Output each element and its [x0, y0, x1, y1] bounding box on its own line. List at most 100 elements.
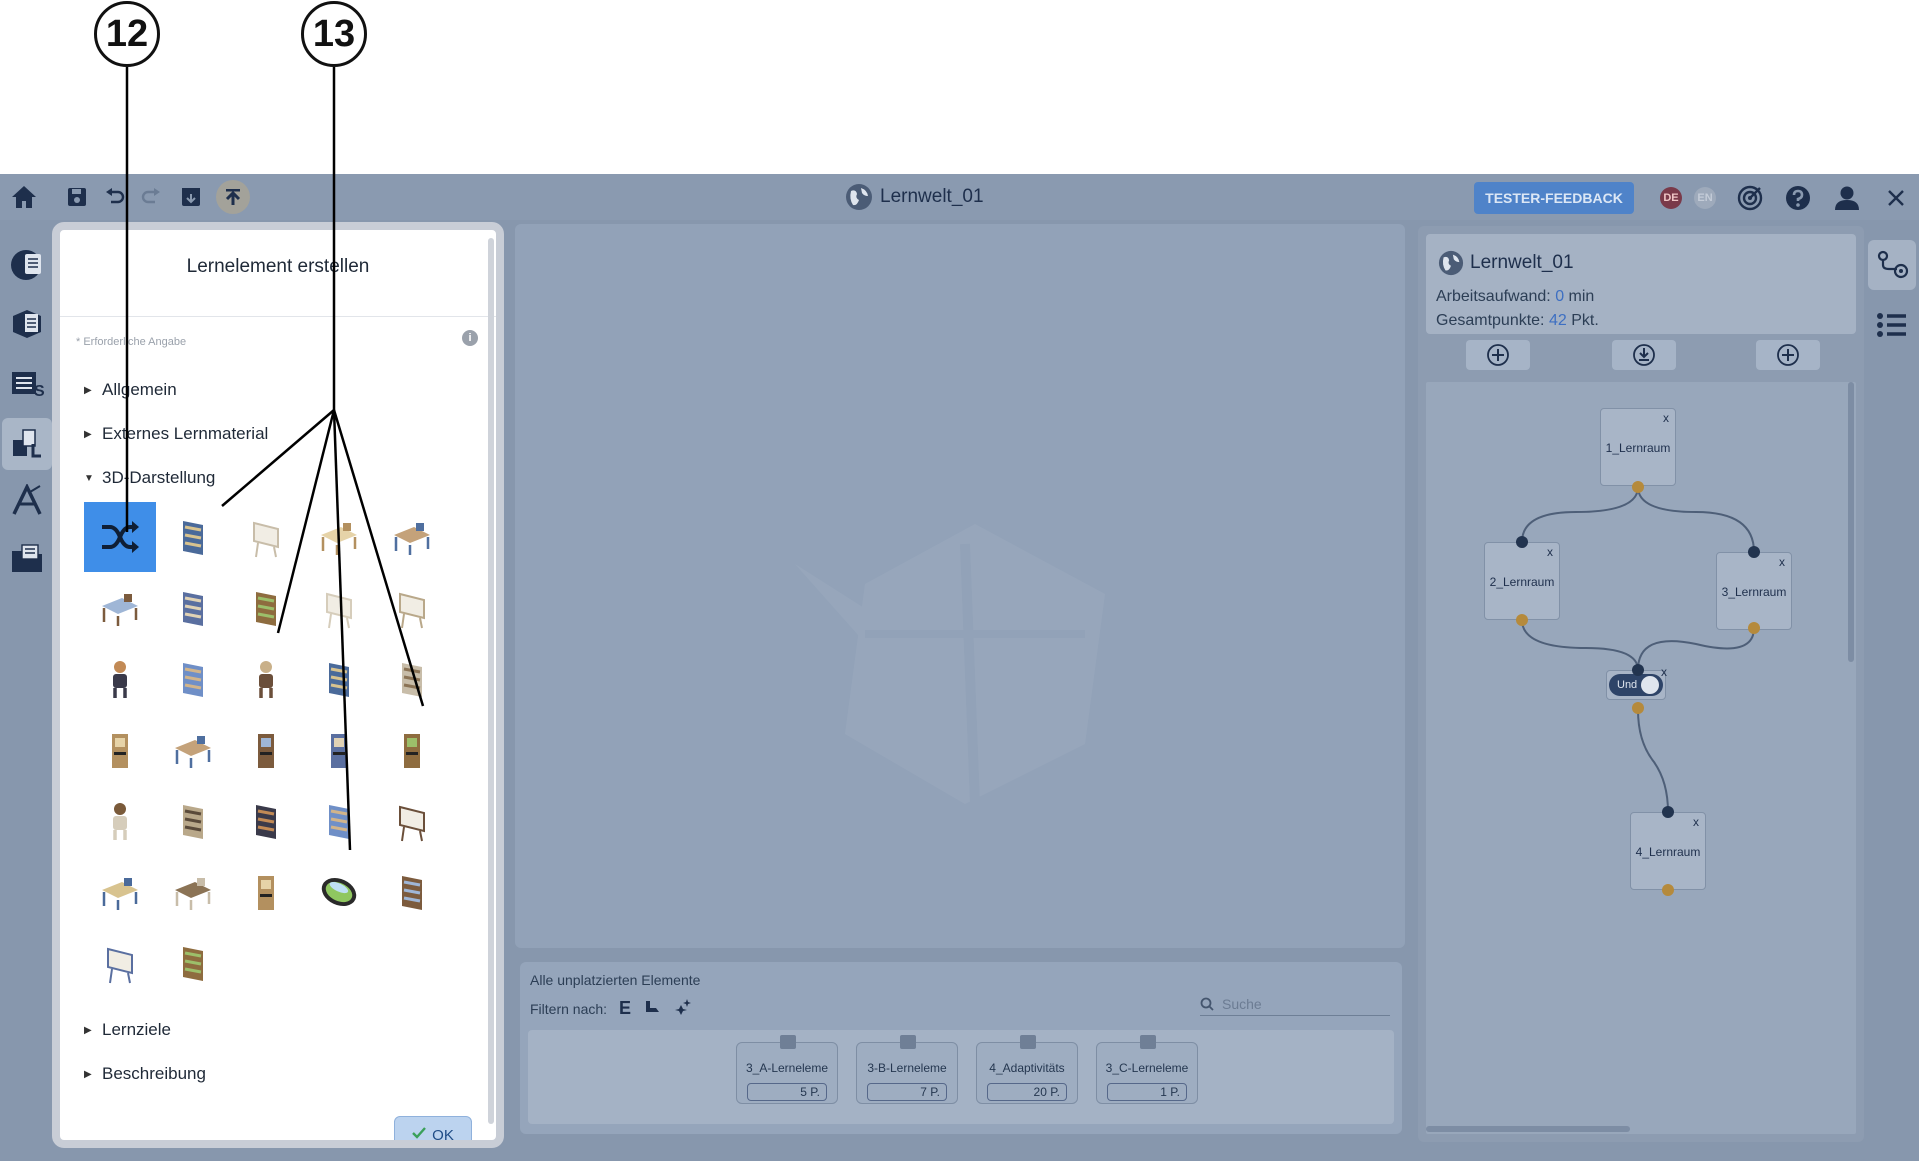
- check-icon: [412, 1127, 427, 1139]
- export-icon[interactable]: [180, 186, 202, 208]
- model-option[interactable]: [84, 857, 156, 927]
- help-icon[interactable]: [1784, 184, 1812, 212]
- outlet-dot: [1632, 481, 1644, 493]
- create-learning-element-icon[interactable]: [2, 418, 52, 470]
- redo-icon[interactable]: [140, 186, 162, 208]
- add-condition-button[interactable]: [1756, 340, 1820, 370]
- save-icon[interactable]: [66, 186, 88, 208]
- ok-button[interactable]: OK: [394, 1116, 472, 1140]
- target-icon[interactable]: [1736, 184, 1764, 212]
- info-icon[interactable]: i: [462, 330, 478, 346]
- graph-h-scrollbar[interactable]: [1426, 1126, 1630, 1132]
- remove-node-icon[interactable]: x: [1779, 555, 1785, 569]
- learning-world-icon[interactable]: [6, 244, 48, 286]
- model-option[interactable]: [303, 573, 375, 643]
- learning-space-node[interactable]: x 3_Lernraum: [1716, 552, 1792, 630]
- section-3d-display[interactable]: ▼ 3D-Darstellung: [84, 468, 215, 488]
- import-button[interactable]: [1612, 340, 1676, 370]
- points-row: Gesamtpunkte: 42 Pkt.: [1436, 312, 1599, 330]
- learning-space-node[interactable]: x 1_Lernraum: [1600, 408, 1676, 486]
- node-label: 2_Lernraum: [1489, 575, 1555, 589]
- user-icon[interactable]: [1832, 184, 1862, 212]
- element-list-tab-icon[interactable]: [1874, 308, 1910, 342]
- unplaced-element-card[interactable]: 3_A-Lerneleme 5 P.: [736, 1035, 838, 1104]
- dialog-scrollbar[interactable]: [488, 238, 494, 1124]
- remove-node-icon[interactable]: x: [1663, 411, 1669, 425]
- remove-condition-icon[interactable]: x: [1661, 665, 1667, 679]
- section-general[interactable]: ▶ Allgemein: [84, 380, 177, 400]
- plant-stand-model-icon: [256, 805, 276, 839]
- model-option[interactable]: [376, 644, 448, 714]
- dialog-title: Lernelement erstellen: [186, 256, 370, 277]
- close-icon[interactable]: [1884, 186, 1908, 210]
- undo-icon[interactable]: [104, 186, 126, 208]
- language-de-button[interactable]: DE: [1660, 187, 1682, 209]
- model-option[interactable]: [230, 573, 302, 643]
- screenshot: { "annotations": {"a": "12", "b": "13"},…: [0, 0, 1919, 1161]
- model-option[interactable]: [376, 573, 448, 643]
- model-option[interactable]: [303, 715, 375, 785]
- model-option[interactable]: [157, 786, 229, 856]
- content-folder-icon[interactable]: [6, 538, 48, 580]
- model-option[interactable]: [84, 644, 156, 714]
- model-option[interactable]: [303, 644, 375, 714]
- model-option[interactable]: [157, 644, 229, 714]
- unplaced-search-input[interactable]: Suche: [1200, 992, 1390, 1016]
- filter-story-icon[interactable]: [643, 999, 661, 1018]
- learning-world-canvas[interactable]: [515, 224, 1405, 948]
- learning-space-icon[interactable]: [6, 302, 48, 344]
- model-option[interactable]: [303, 857, 375, 927]
- inlet-dot: [1516, 536, 1528, 548]
- filter-adaptivity-icon[interactable]: [673, 998, 692, 1019]
- model-option[interactable]: [84, 502, 156, 572]
- model-option[interactable]: [230, 502, 302, 572]
- model-option[interactable]: [157, 928, 229, 998]
- model-option[interactable]: [230, 786, 302, 856]
- learning-path-tab-icon[interactable]: [1868, 240, 1916, 290]
- model-option[interactable]: [376, 715, 448, 785]
- learning-path-graph[interactable]: x 1_Lernraum x 2_Lernraum x 3_Lernraum x 4_L…: [1426, 382, 1856, 1134]
- character-model-icon: [259, 661, 273, 698]
- model-option[interactable]: [376, 502, 448, 572]
- model-option[interactable]: [84, 786, 156, 856]
- learning-space-node[interactable]: x 2_Lernraum: [1484, 542, 1560, 620]
- model-option[interactable]: [157, 502, 229, 572]
- model-option[interactable]: [230, 857, 302, 927]
- model-option[interactable]: [303, 786, 375, 856]
- unplaced-element-card[interactable]: 3-B-Lerneleme 7 P.: [856, 1035, 958, 1104]
- home-icon[interactable]: [8, 182, 40, 212]
- easel-model-icon: [107, 947, 133, 984]
- adaptivity-icon[interactable]: [6, 480, 48, 522]
- section-learning-goals[interactable]: ▶ Lernziele: [84, 1020, 171, 1040]
- unplaced-element-card[interactable]: 4_Adaptivitäts 20 P.: [976, 1035, 1078, 1104]
- graph-scrollbar[interactable]: [1848, 382, 1854, 662]
- picture-frame-model-icon: [183, 592, 203, 626]
- learning-element-list-icon[interactable]: S: [6, 362, 48, 404]
- unplaced-element-card[interactable]: 3_C-Lerneleme 1 P.: [1096, 1035, 1198, 1104]
- model-option[interactable]: [157, 573, 229, 643]
- model-option[interactable]: [84, 928, 156, 998]
- outlet-dot: [1516, 614, 1528, 626]
- model-option[interactable]: [230, 715, 302, 785]
- tester-feedback-button[interactable]: TESTER-FEEDBACK: [1474, 182, 1634, 214]
- model-option[interactable]: [376, 786, 448, 856]
- upload-icon[interactable]: [216, 180, 250, 214]
- section-description[interactable]: ▶ Beschreibung: [84, 1064, 206, 1084]
- model-option[interactable]: [84, 715, 156, 785]
- model-option[interactable]: [157, 857, 229, 927]
- remove-node-icon[interactable]: x: [1547, 545, 1553, 559]
- section-external-material[interactable]: ▶ Externes Lernmaterial: [84, 424, 268, 444]
- model-option[interactable]: [376, 857, 448, 927]
- learning-space-node[interactable]: x 4_Lernraum: [1630, 812, 1706, 890]
- unplaced-element-label: 4_Adaptivitäts: [989, 1061, 1065, 1075]
- model-option[interactable]: [303, 502, 375, 572]
- world-summary-title: Lernwelt_01: [1470, 252, 1574, 273]
- remove-node-icon[interactable]: x: [1693, 815, 1699, 829]
- filter-element-icon[interactable]: E: [619, 998, 631, 1019]
- top-toolbar: Lernwelt_01 TESTER-FEEDBACK DE EN: [0, 174, 1919, 220]
- model-option[interactable]: [157, 715, 229, 785]
- language-en-button[interactable]: EN: [1694, 187, 1716, 209]
- add-space-button[interactable]: [1466, 340, 1530, 370]
- model-option[interactable]: [84, 573, 156, 643]
- model-option[interactable]: [230, 644, 302, 714]
